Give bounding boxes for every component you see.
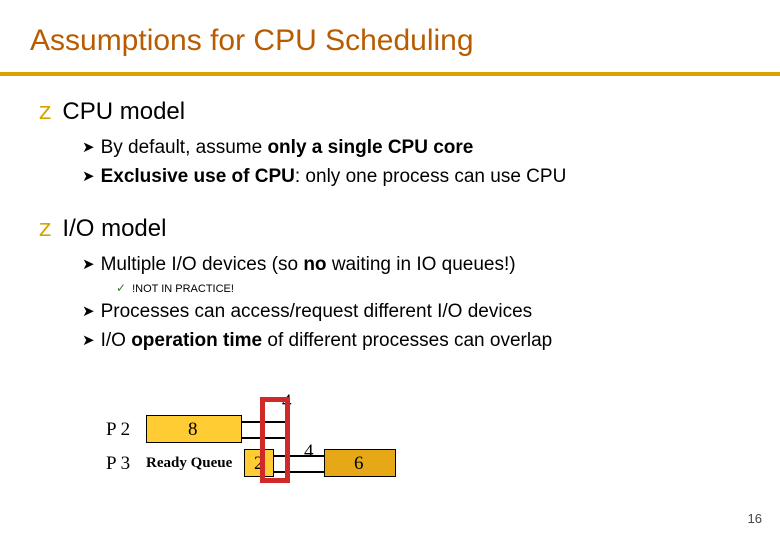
check-icon: ✓ [116, 281, 126, 295]
label-6: 6 [354, 453, 364, 475]
text: !NOT IN PRACTICE! [132, 283, 234, 295]
sub-not-in-practice: ✓ !NOT IN PRACTICE! [116, 281, 750, 295]
title-rule [0, 72, 780, 76]
text: By default, assume [101, 137, 268, 158]
arrow-icon: ➤ [82, 255, 95, 275]
slide-title: Assumptions for CPU Scheduling [30, 24, 750, 58]
text: I/O [101, 330, 132, 351]
label-4-right: 4 [304, 441, 314, 463]
heading-text: I/O model [62, 215, 166, 242]
section-cpu-model: z CPU model ➤ By default, assume only a si… [30, 98, 750, 189]
slide: Assumptions for CPU Scheduling z CPU mode… [0, 0, 780, 540]
z-bullet: z [38, 100, 52, 127]
heading-io-model: z I/O model [38, 215, 750, 244]
bullet-single-core: ➤ By default, assume only a single CPU co… [82, 135, 750, 161]
bullet-multiple-devices: ➤ Multiple I/O devices (so no waiting in … [82, 252, 750, 278]
text: Processes can access/request different I… [101, 301, 533, 322]
red-highlight [260, 397, 290, 483]
text: Multiple I/O devices (so [101, 254, 304, 275]
page-number: 16 [748, 511, 762, 526]
arrow-icon: ➤ [82, 302, 95, 322]
arrow-icon: ➤ [82, 167, 95, 187]
label-p3: P 3 [106, 453, 130, 475]
z-bullet: z [38, 217, 52, 244]
arrow-icon: ➤ [82, 331, 95, 351]
text: waiting in IO queues!) [327, 254, 516, 275]
text: of different processes can overlap [267, 330, 552, 351]
bold-text: only a single CPU core [267, 137, 473, 158]
bold-text: operation time [131, 330, 267, 351]
bullet-overlap: ➤ I/O operation time of different process… [82, 328, 750, 354]
label-p2: P 2 [106, 419, 130, 441]
section-io-model: z I/O model ➤ Multiple I/O devices (so no … [30, 215, 750, 353]
label-8: 8 [188, 419, 198, 441]
heading-cpu-model: z CPU model [38, 98, 750, 127]
bold-text: Exclusive use of CPU [101, 166, 295, 187]
heading-text: CPU model [62, 98, 185, 125]
bullet-access-request: ➤ Processes can access/request different … [82, 299, 750, 325]
bullet-exclusive-use: ➤ Exclusive use of CPU: only one process … [82, 164, 750, 190]
label-ready-queue: Ready Queue [146, 455, 232, 472]
process-diagram: 4 P 2 8 P 3 Ready Queue 2 4 6 [106, 405, 606, 495]
bold-text: no [303, 254, 326, 275]
text: : only one process can use CPU [295, 166, 566, 187]
arrow-icon: ➤ [82, 138, 95, 158]
